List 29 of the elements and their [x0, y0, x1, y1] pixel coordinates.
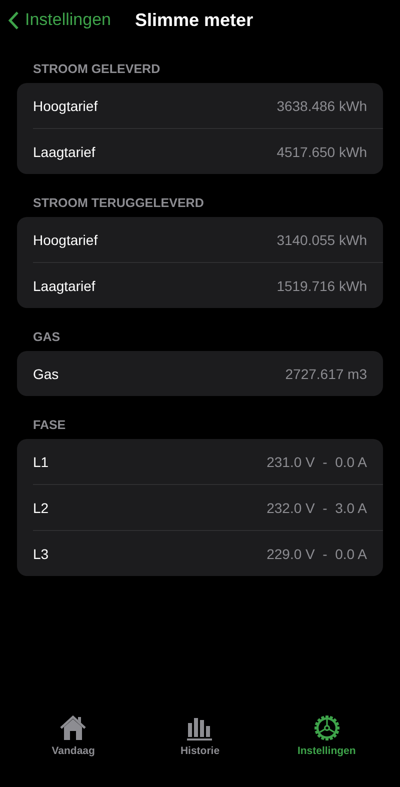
back-link[interactable]: Instellingen [8, 10, 112, 30]
row-value: 3140.055 kWh [276, 232, 367, 248]
section-header: FASE [32, 417, 67, 434]
tab-bar-item[interactable]: Instellingen [272, 715, 382, 757]
row-label: Laagtarief [33, 278, 96, 294]
row-label: L2 [33, 500, 49, 516]
row-value: 2727.617 m3 [285, 366, 367, 382]
tab-bar-item[interactable]: Vandaag [18, 715, 128, 757]
row-value: 232.0 V - 3.0 A [266, 500, 367, 516]
row-label: L1 [33, 454, 49, 470]
row-label: L3 [33, 546, 49, 562]
row-value: 231.0 V - 0.0 A [266, 454, 367, 470]
tab-bar-item[interactable]: Historie [144, 715, 255, 757]
row-value: 3638.486 kWh [276, 98, 367, 114]
home-icon [59, 715, 88, 741]
section-header: STROOM GELEVERD [32, 61, 162, 78]
row-label: Hoogtarief [33, 98, 98, 114]
page-title: Slimme meter [135, 10, 254, 30]
row-value: 229.0 V - 0.0 A [266, 546, 367, 562]
section-header: GAS [32, 329, 62, 346]
row-value: 1519.716 kWh [276, 278, 367, 294]
row-label: Hoogtarief [33, 232, 98, 248]
row-value: 4517.650 kWh [276, 144, 367, 160]
chevron-left-icon [8, 10, 19, 30]
row-label: Gas [33, 366, 59, 382]
bar-chart-icon [186, 715, 214, 741]
row-label: Laagtarief [33, 144, 96, 160]
section-header: STROOM TERUGGELEVERD [32, 195, 205, 212]
settings-icon [312, 715, 341, 741]
